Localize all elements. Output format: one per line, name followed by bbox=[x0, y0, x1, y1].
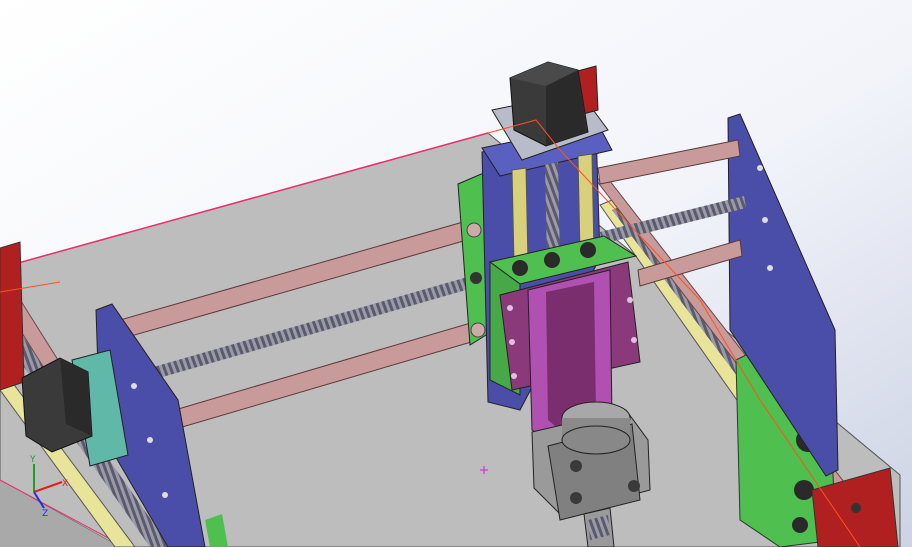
cad-3d-viewport[interactable]: Y X Z bbox=[0, 0, 912, 547]
right-plate-hole-2 bbox=[762, 217, 768, 223]
left-end-plate[interactable] bbox=[0, 241, 25, 391]
triad-label-x: X bbox=[62, 479, 68, 489]
right-end-plate-hole bbox=[851, 503, 861, 513]
triad-label-y: Y bbox=[29, 455, 36, 465]
spindle-screw-3 bbox=[628, 480, 640, 492]
z-carriage-hole-1 bbox=[512, 260, 528, 276]
triad-label-z: Z bbox=[42, 509, 48, 519]
cnc-model-view[interactable]: Y X Z bbox=[0, 0, 912, 547]
spindle-cap-bottom bbox=[561, 425, 631, 455]
z-carriage-hole-2 bbox=[544, 252, 560, 268]
carriage-bolt-1 bbox=[507, 305, 513, 311]
carriage-bolt-5 bbox=[631, 337, 637, 343]
carriage-bolt-2 bbox=[509, 339, 515, 345]
z-guide-rod-left[interactable] bbox=[511, 167, 529, 265]
left-plate-hole-2 bbox=[147, 437, 153, 443]
spindle-screw-1 bbox=[570, 460, 582, 472]
carriage-bolt-4 bbox=[627, 297, 633, 303]
right-plate-hole-3 bbox=[767, 265, 773, 271]
right-block-bore-2 bbox=[794, 480, 814, 500]
carriage-bolt-3 bbox=[511, 373, 517, 379]
z-green-bore-2 bbox=[470, 272, 482, 284]
z-carriage-hole-3 bbox=[580, 242, 596, 258]
spindle-screw-2 bbox=[570, 492, 582, 504]
right-plate-hole-1 bbox=[757, 165, 763, 171]
z-green-bore-1 bbox=[466, 222, 482, 238]
z-green-bore-3 bbox=[470, 322, 486, 338]
left-plate-hole-1 bbox=[131, 383, 137, 389]
left-plate-hole-3 bbox=[162, 492, 168, 498]
right-block-bore-3 bbox=[792, 517, 808, 533]
